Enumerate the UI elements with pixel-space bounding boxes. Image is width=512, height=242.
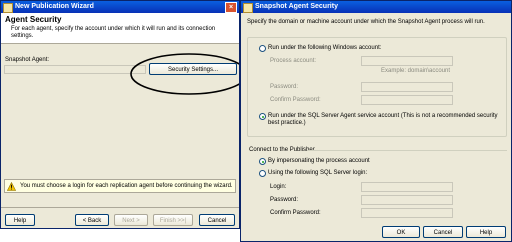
warning-text: You must choose a login for each replica… — [20, 183, 233, 189]
back-button[interactable]: < Back — [75, 214, 109, 226]
password-label: Password: — [270, 84, 299, 90]
connect-heading: Connect to the Publisher — [249, 147, 315, 153]
sql-login-label: Using the following SQL Server login: — [268, 170, 368, 176]
dialog-cancel-button[interactable]: Cancel — [423, 226, 463, 238]
confirm-password2-label: Confirm Password: — [270, 210, 321, 216]
dialog-window: Snapshot Agent Security Specify the doma… — [240, 0, 512, 242]
wizard-divider — [1, 207, 239, 208]
example-text: Example: domain\account — [381, 68, 451, 74]
close-icon[interactable]: × — [225, 2, 237, 13]
snapshot-agent-field — [4, 65, 146, 74]
run-windows-account-label: Run under the following Windows account: — [268, 45, 382, 51]
page-title: Agent Security — [5, 15, 62, 24]
process-account-label: Process account: — [270, 58, 317, 64]
dialog-titlebar: Snapshot Agent Security — [241, 1, 511, 13]
finish-button[interactable]: Finish >>| — [153, 214, 193, 226]
page-subtitle: For each agent, specify the account unde… — [11, 26, 216, 39]
help-button[interactable]: Help — [5, 214, 35, 226]
run-sqlagent-label: Run under the SQL Server Agent service a… — [268, 113, 498, 126]
password2-label: Password: — [270, 197, 299, 203]
next-button[interactable]: Next > — [114, 214, 148, 226]
wizard-title: New Publication Wizard — [15, 3, 94, 10]
confirm-password2-field[interactable] — [361, 208, 453, 218]
dialog-window-icon — [243, 3, 253, 13]
dialog-intro: Specify the domain or machine account un… — [247, 19, 485, 25]
wizard-window-icon — [3, 3, 13, 13]
dialog-title: Snapshot Agent Security — [255, 3, 338, 10]
highlight-annotation — [130, 53, 239, 95]
wizard-header: Agent Security For each agent, specify t… — [1, 13, 239, 44]
confirm-password-label: Confirm Password: — [270, 97, 321, 103]
dialog-help-button[interactable]: Help — [466, 226, 506, 238]
password-field[interactable] — [361, 82, 453, 92]
warning-icon — [7, 182, 16, 191]
warning-panel: You must choose a login for each replica… — [4, 179, 236, 193]
login-label: Login: — [270, 184, 287, 190]
wizard-window: New Publication Wizard × Agent Security … — [0, 0, 240, 229]
process-account-field[interactable] — [361, 56, 453, 66]
login-field[interactable] — [361, 182, 453, 192]
wizard-titlebar: New Publication Wizard × — [1, 1, 239, 13]
ok-button[interactable]: OK — [382, 226, 420, 238]
password2-field[interactable] — [361, 195, 453, 205]
impersonate-radio[interactable] — [259, 158, 266, 165]
sql-login-radio[interactable] — [259, 170, 266, 177]
run-sqlagent-radio[interactable] — [259, 113, 266, 120]
highlight-ellipse — [130, 53, 239, 95]
impersonate-label: By impersonating the process account — [268, 158, 370, 164]
run-windows-account-radio[interactable] — [259, 45, 266, 52]
snapshot-agent-label: Snapshot Agent: — [5, 57, 50, 63]
cancel-button[interactable]: Cancel — [199, 214, 235, 226]
confirm-password-field[interactable] — [361, 95, 453, 105]
connect-divider — [307, 150, 507, 151]
